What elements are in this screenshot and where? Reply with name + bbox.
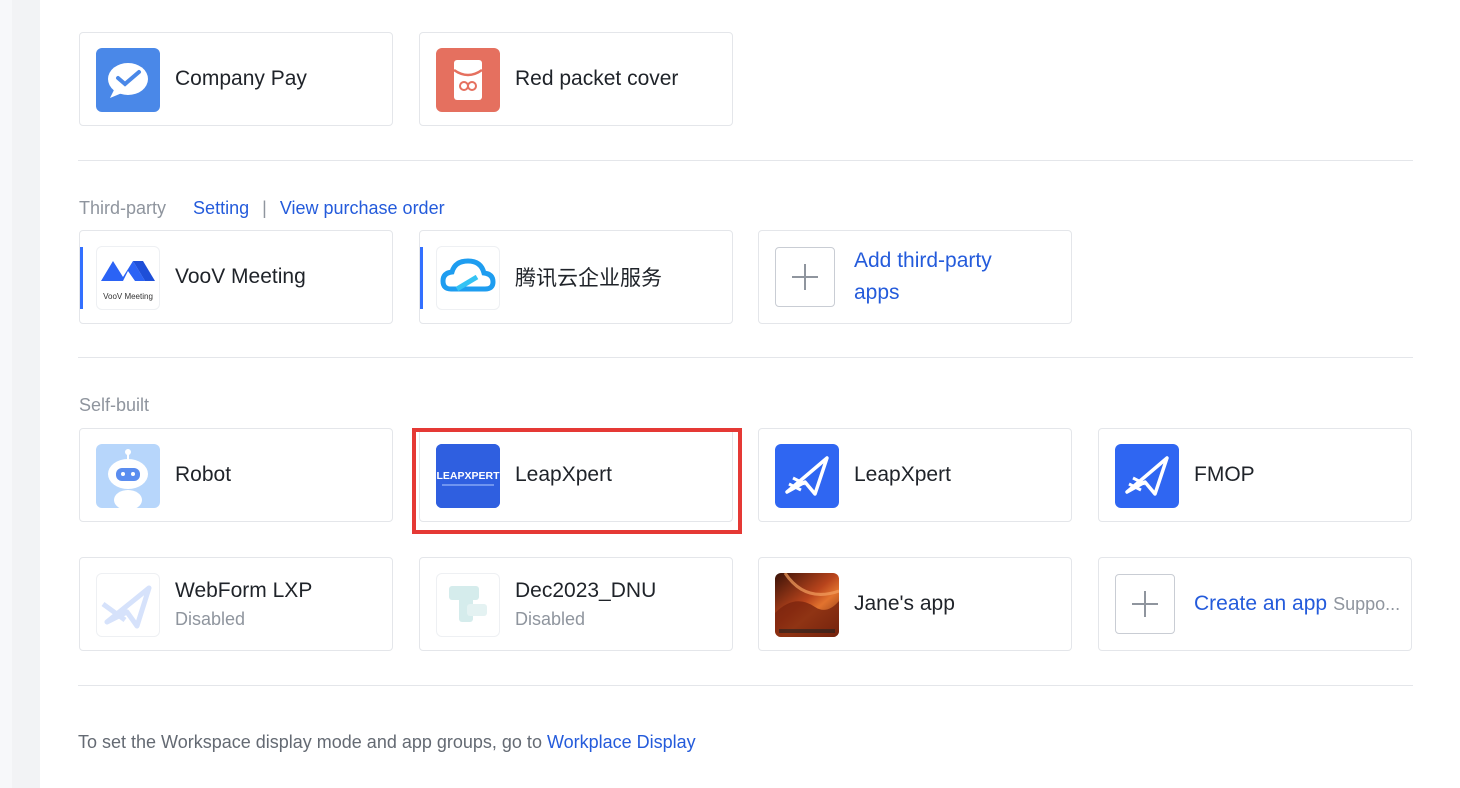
create-app-button[interactable]: Create an app Suppo...: [1098, 557, 1412, 651]
fmop-icon: [1115, 444, 1179, 508]
app-status-disabled: Disabled: [175, 608, 246, 629]
left-panel-scroll-track: [12, 0, 40, 788]
section-divider: [78, 685, 1413, 686]
plus-icon: [775, 247, 835, 307]
red-packet-icon: [436, 48, 500, 112]
link-separator: |: [262, 198, 267, 218]
app-card-janes-app[interactable]: Jane's app: [758, 557, 1072, 651]
app-name: Jane's app: [854, 592, 955, 615]
footer-note: To set the Workspace display mode and ap…: [78, 732, 696, 753]
workplace-display-link[interactable]: Workplace Display: [547, 732, 696, 752]
app-name: 腾讯云企业服务: [515, 267, 662, 290]
create-app-label: Create an app: [1194, 592, 1328, 615]
robot-icon: [96, 444, 160, 508]
section-label-third-party: Third-party: [79, 198, 167, 218]
setting-link[interactable]: Setting: [193, 198, 249, 218]
app-name: Red packet cover: [515, 67, 679, 90]
app-card-red-packet-cover[interactable]: Red packet cover: [419, 32, 733, 126]
app-name: VooV Meeting: [175, 265, 306, 288]
active-indicator: [80, 247, 83, 309]
plus-icon: [1115, 574, 1175, 634]
create-app-support-text: Suppo...: [1333, 593, 1401, 614]
app-card-voov-meeting[interactable]: VooV Meeting VooV Meeting: [79, 230, 393, 324]
app-card-fmop[interactable]: FMOP: [1098, 428, 1412, 522]
janes-app-icon: [775, 573, 839, 637]
app-name: Dec2023_DNU: [515, 578, 657, 602]
tencent-cloud-icon: [436, 246, 500, 310]
voov-meeting-icon: VooV Meeting: [96, 246, 160, 310]
section-divider: [78, 357, 1413, 358]
app-card-robot[interactable]: Robot: [79, 428, 393, 522]
app-card-leapxpert-1[interactable]: LEAPXPERT LeapXpert: [419, 428, 733, 522]
view-purchase-order-link[interactable]: View purchase order: [280, 198, 445, 218]
app-name: Robot: [175, 463, 232, 486]
leapxpert-logo-icon: LEAPXPERT: [436, 444, 500, 508]
app-name: WebForm LXP: [175, 578, 313, 602]
company-pay-icon: [96, 48, 160, 112]
section-label-self-built: Self-built: [79, 395, 150, 415]
leapxpert-logo-text: LEAPXPERT: [436, 470, 500, 482]
footer-text: To set the Workspace display mode and ap…: [78, 732, 547, 752]
app-card-webform-lxp[interactable]: WebForm LXP Disabled: [79, 557, 393, 651]
add-third-party-apps-button[interactable]: Add third-party apps: [758, 230, 1072, 324]
app-name: LeapXpert: [515, 463, 612, 486]
app-name: Company Pay: [175, 67, 307, 90]
app-card-leapxpert-2[interactable]: LeapXpert: [758, 428, 1072, 522]
app-card-dec2023-dnu[interactable]: Dec2023_DNU Disabled: [419, 557, 733, 651]
add-third-party-label-1: Add third-party: [854, 249, 992, 272]
add-third-party-label-2: apps: [854, 281, 900, 304]
left-panel-edge: [0, 0, 40, 788]
leapxpert-icon: [775, 444, 839, 508]
dec2023-dnu-icon: [436, 573, 500, 637]
section-divider: [78, 160, 1413, 161]
app-status-disabled: Disabled: [515, 608, 586, 629]
active-indicator: [420, 247, 423, 309]
webform-lxp-icon: [96, 573, 160, 637]
app-name: FMOP: [1194, 463, 1255, 486]
third-party-header: Third-party Setting | View purchase orde…: [79, 198, 445, 219]
app-name: LeapXpert: [854, 463, 951, 486]
app-card-tencent-cloud[interactable]: 腾讯云企业服务: [419, 230, 733, 324]
app-card-company-pay[interactable]: Company Pay: [79, 32, 393, 126]
voov-icon-text: VooV Meeting: [103, 292, 153, 301]
